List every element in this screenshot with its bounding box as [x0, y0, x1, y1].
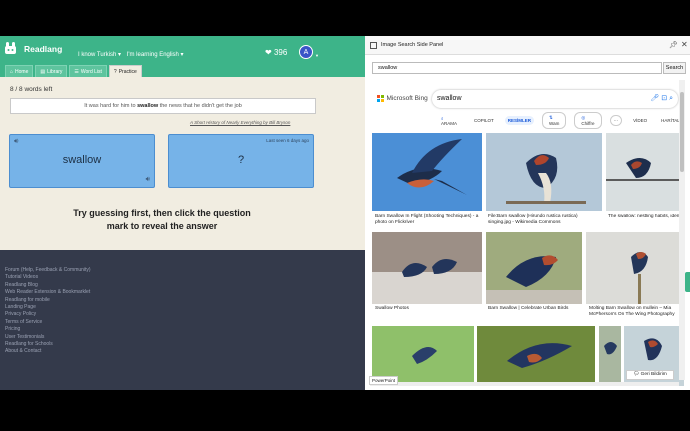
known-language-dropdown[interactable]: I know Turkish ▾: [78, 52, 121, 58]
search-icon[interactable]: ⌕: [669, 95, 673, 102]
avatar-caret-icon[interactable]: ▼: [315, 53, 319, 58]
result-image[interactable]: [606, 133, 685, 211]
reveal-question-mark[interactable]: ?: [169, 154, 313, 166]
points-display: ❤ 396: [265, 48, 287, 57]
side-panel-header: Image Search Side Panel 📌︎ ✕: [365, 36, 690, 55]
flashcard-word: swallow: [62, 154, 102, 166]
search-button[interactable]: Search: [663, 62, 686, 74]
nav-tabs: ⌂ Home ▤ Library ☰ Word List ? Practice: [5, 65, 142, 77]
practice-hint: Try guessing first, then click the quest…: [73, 208, 251, 231]
question-icon: ?: [113, 68, 117, 75]
result-image[interactable]: [586, 232, 685, 304]
context-sentence: It was hard for him to swallow the news …: [10, 98, 316, 114]
tab-chiffre[interactable]: ◎ Chiffre: [574, 112, 602, 129]
footer-link[interactable]: About & Contact: [5, 348, 91, 355]
readlang-logo-icon[interactable]: [4, 42, 17, 55]
tab-library[interactable]: ▤ Library: [35, 65, 68, 77]
speaker-icon[interactable]: 🔊︎: [14, 138, 18, 146]
tab-search[interactable]: ⌕ ARAMA: [435, 114, 463, 128]
search-input[interactable]: swallow: [372, 62, 662, 74]
source-link[interactable]: A Short History of Nearly Everything by …: [190, 120, 290, 125]
tab-wam[interactable]: ⇅ Wam: [542, 112, 567, 129]
points-icon: ❤: [265, 48, 272, 57]
tab-home[interactable]: ⌂ Home: [5, 65, 34, 77]
flashcard-front[interactable]: 🔊︎ swallow 🔊︎: [9, 134, 155, 188]
result-image[interactable]: [599, 326, 621, 386]
points-value: 396: [273, 48, 288, 57]
close-icon[interactable]: ✕: [681, 40, 688, 49]
footer-link[interactable]: Readlang for mobile: [5, 297, 91, 304]
result-image[interactable]: [486, 232, 582, 304]
screen: Readlang I know Turkish ▾ I'm learning E…: [0, 0, 690, 431]
tab-video[interactable]: VİDEO: [630, 116, 650, 125]
microsoft-logo-icon: [377, 95, 384, 102]
words-left-counter: 8 / 8 words left: [10, 86, 53, 93]
footer-link[interactable]: Landing Page: [5, 304, 91, 311]
bing-search-box[interactable]: swallow 🎤︎ ⊡ ⌕: [432, 90, 678, 108]
footer: Forum (Help, Feedback & Community) Tutor…: [0, 250, 365, 390]
footer-link[interactable]: Pricing: [5, 326, 91, 333]
side-extension-icon[interactable]: [685, 272, 690, 292]
avatar[interactable]: A: [299, 45, 313, 59]
scrollbar-thumb[interactable]: [680, 92, 684, 172]
result-caption[interactable]: File:Barn swallow (Hirundo rustica rusti…: [488, 214, 600, 226]
result-caption[interactable]: Swallow Photos: [375, 306, 483, 312]
result-image[interactable]: [486, 133, 602, 211]
footer-link[interactable]: Readlang Blog: [5, 282, 91, 289]
microphone-icon[interactable]: 🎤︎: [650, 95, 659, 102]
result-image[interactable]: [477, 326, 595, 386]
home-icon: ⌂: [10, 68, 14, 75]
more-tabs-button[interactable]: ···: [609, 115, 623, 126]
tab-copilot[interactable]: COPILOT: [471, 116, 497, 125]
list-icon: ☰: [74, 68, 79, 75]
readlang-app: Readlang I know Turkish ▾ I'm learning E…: [0, 36, 365, 390]
visual-search-icon[interactable]: ⊡: [661, 95, 667, 102]
tab-practice[interactable]: ? Practice: [108, 65, 142, 77]
horizontal-scrollbar[interactable]: [370, 382, 679, 386]
powerpoint-tooltip: PowerPoint: [369, 376, 399, 385]
result-caption[interactable]: Molting Barn Swallow on mullein – Mia Mc…: [589, 306, 684, 318]
result-caption[interactable]: The swallow: nestling habits, identifica…: [608, 214, 684, 226]
footer-link[interactable]: Readlang for Schools: [5, 341, 91, 348]
result-image[interactable]: [372, 232, 482, 304]
bing-tabs: ⌕ ARAMA COPILOT RESİMLER ⇅ Wam ◎ Chiffre…: [435, 112, 685, 129]
bing-logo[interactable]: Microsoft Bing: [377, 95, 428, 102]
footer-link[interactable]: Tutorial Videos: [5, 274, 91, 281]
footer-link[interactable]: Terms of Service: [5, 319, 91, 326]
footer-link[interactable]: Web Reader Extension & Bookmarklet: [5, 289, 91, 296]
flashcard-answer[interactable]: Last seen 6 days ago ?: [168, 134, 314, 188]
image-search-side-panel: Image Search Side Panel 📌︎ ✕ swallow Sea…: [365, 36, 690, 390]
footer-link[interactable]: Forum (Help, Feedback & Community): [5, 267, 91, 274]
extension-icon: [370, 42, 377, 49]
footer-link[interactable]: Privacy Policy: [5, 311, 91, 318]
footer-links: Forum (Help, Feedback & Community) Tutor…: [5, 267, 91, 356]
footer-link[interactable]: User Testimonials: [5, 334, 91, 341]
brand-name[interactable]: Readlang: [24, 44, 62, 54]
result-caption[interactable]: Barn Swallow | Celebrate Urban Birds: [488, 306, 582, 312]
result-caption[interactable]: Barn Swallow In Flight (Shooting Techniq…: [375, 214, 483, 226]
bing-results-frame: Microsoft Bing swallow 🎤︎ ⊡ ⌕ ⌕ ARAMA CO…: [370, 80, 685, 386]
feedback-button[interactable]: 💬︎ Geri Bildirim: [626, 370, 674, 380]
result-image[interactable]: [372, 133, 482, 211]
library-icon: ▤: [40, 68, 46, 75]
tab-images[interactable]: RESİMLER: [504, 116, 535, 125]
learning-language-dropdown[interactable]: I'm learning English ▾: [127, 52, 184, 58]
last-seen-label: Last seen 6 days ago: [266, 138, 309, 143]
pin-icon[interactable]: 📌︎: [669, 41, 678, 49]
target-word: swallow: [137, 103, 159, 109]
side-panel-title: Image Search Side Panel: [381, 42, 444, 48]
feedback-icon: 💬︎: [633, 372, 641, 377]
speaker-icon[interactable]: 🔊︎: [146, 176, 150, 184]
tab-word-list[interactable]: ☰ Word List: [69, 65, 107, 77]
readlang-topbar: Readlang I know Turkish ▾ I'm learning E…: [0, 36, 365, 77]
